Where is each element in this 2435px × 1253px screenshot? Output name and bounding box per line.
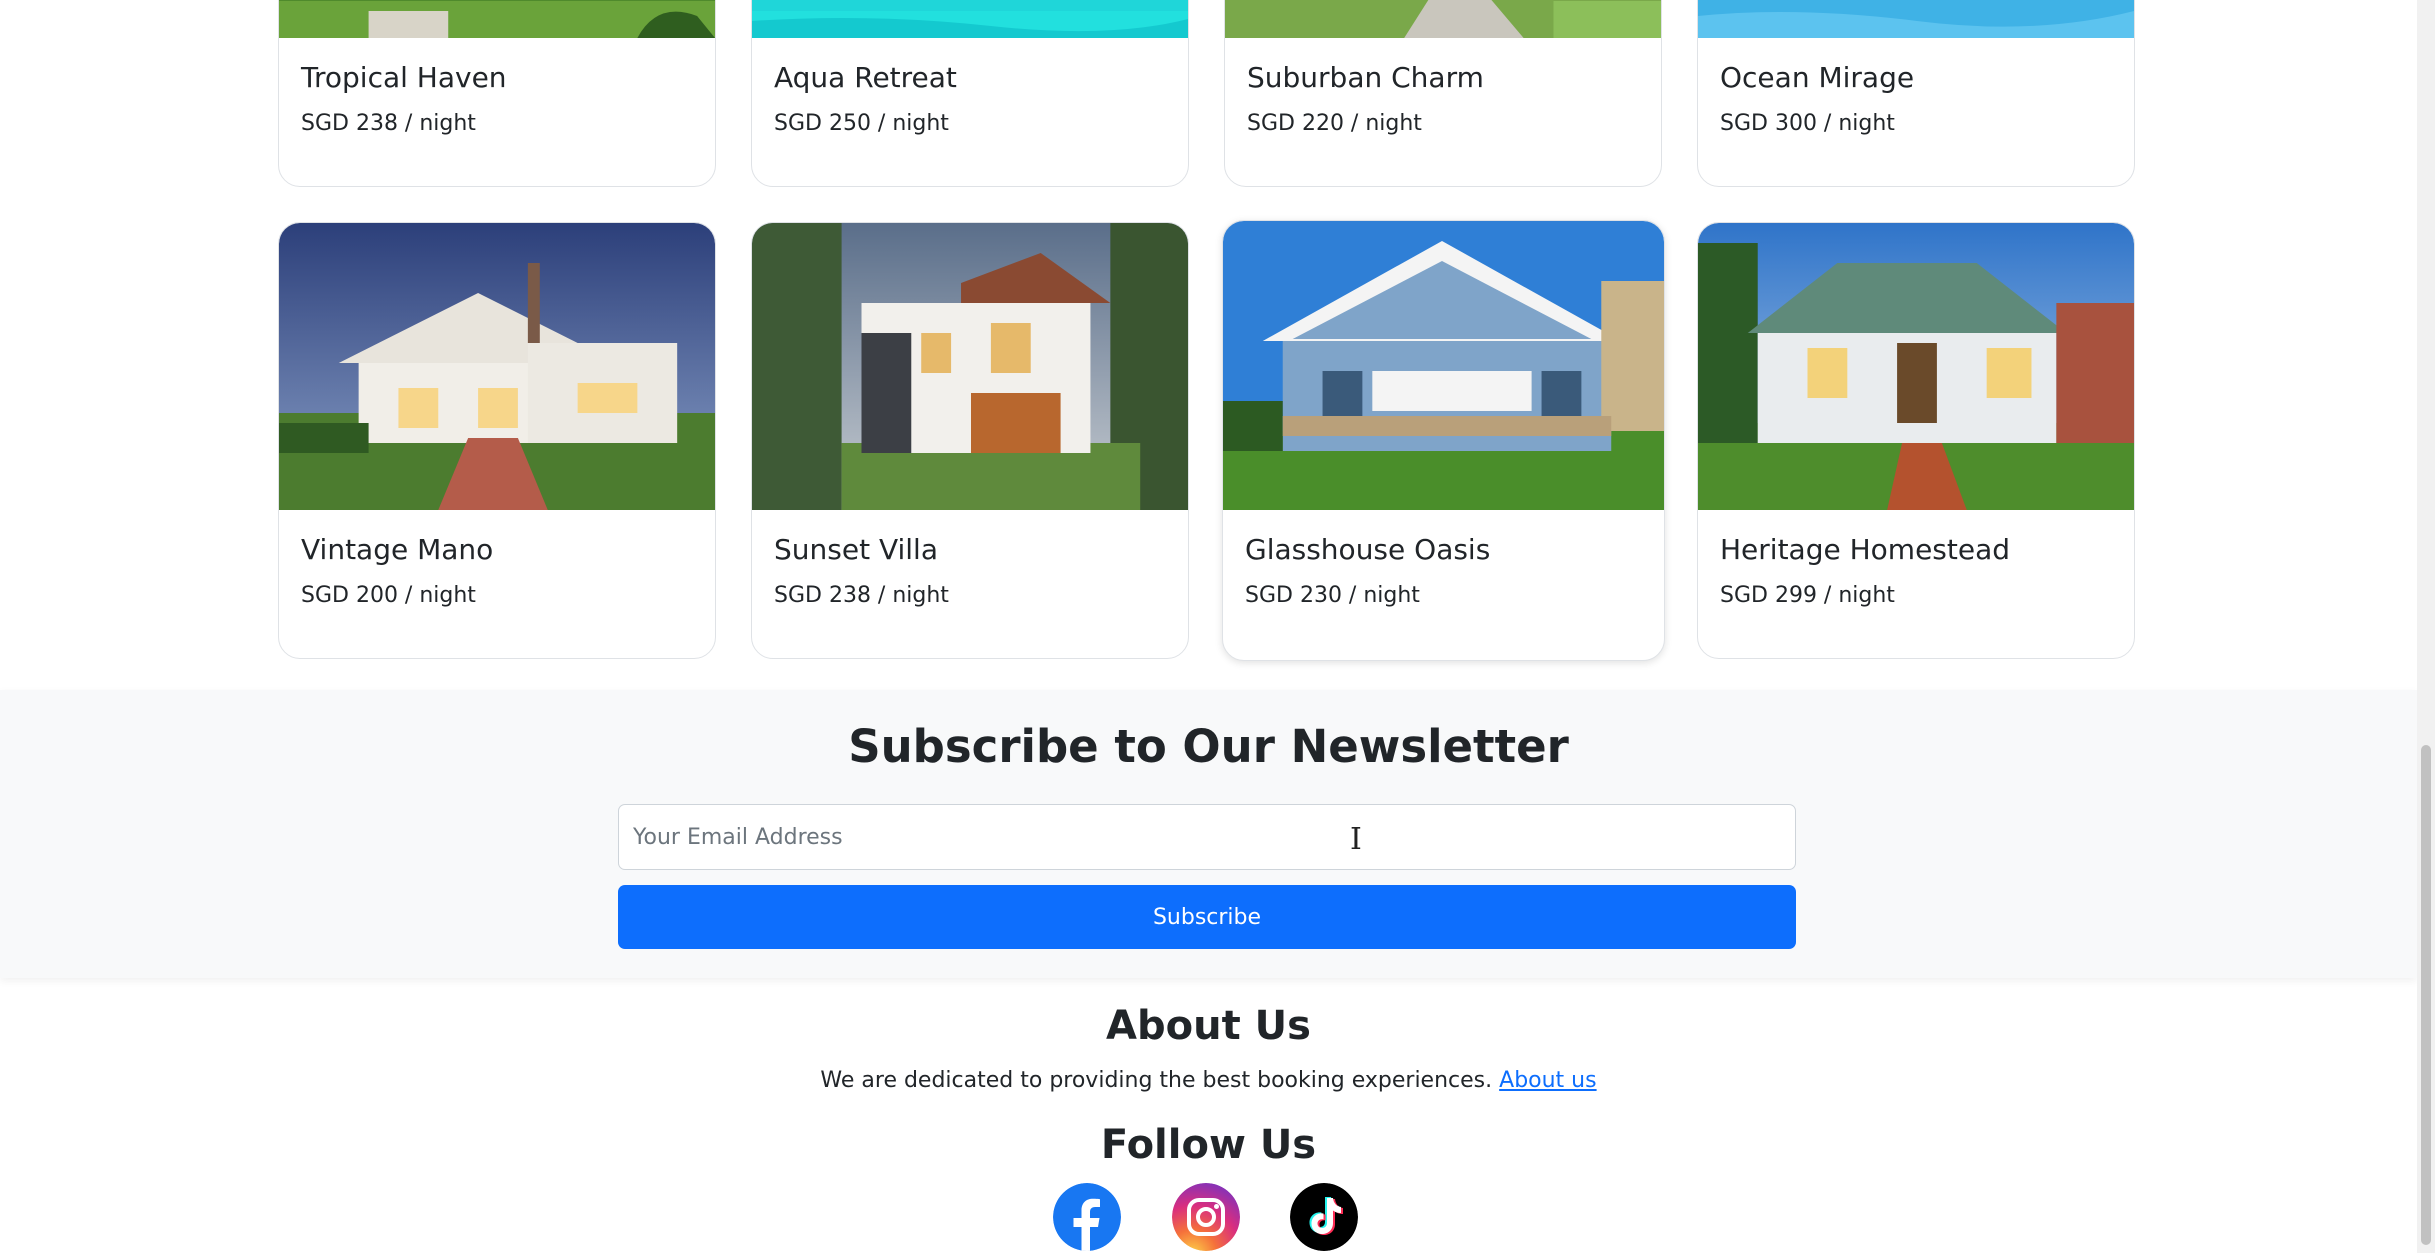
instagram-icon[interactable]	[1172, 1183, 1240, 1251]
listing-card[interactable]: Sunset Villa SGD 238 / night	[751, 222, 1189, 659]
listing-price: SGD 238 / night	[774, 583, 949, 608]
listing-image[interactable]	[1698, 223, 2134, 510]
listing-name[interactable]: Ocean Mirage	[1720, 61, 1914, 94]
listing-card[interactable]: Heritage Homestead SGD 299 / night	[1697, 222, 2135, 659]
listing-price: SGD 220 / night	[1247, 111, 1422, 136]
listing-price: SGD 299 / night	[1720, 583, 1895, 608]
listing-card[interactable]: Suburban Charm SGD 220 / night	[1224, 0, 1662, 187]
page-viewport: Tropical Haven SGD 238 / night Aqua Retr…	[0, 0, 2435, 1253]
about-us-link[interactable]: About us	[1499, 1068, 1596, 1093]
listing-name[interactable]: Heritage Homestead	[1720, 533, 2010, 566]
listing-name[interactable]: Glasshouse Oasis	[1245, 533, 1490, 566]
newsletter-section: Subscribe to Our Newsletter I Subscribe	[0, 690, 2417, 978]
listing-price: SGD 250 / night	[774, 111, 949, 136]
listing-price: SGD 238 / night	[301, 111, 476, 136]
listing-name[interactable]: Sunset Villa	[774, 533, 938, 566]
listing-card[interactable]: Glasshouse Oasis SGD 230 / night	[1222, 220, 1665, 661]
listing-image[interactable]	[1698, 0, 2134, 38]
listing-image[interactable]	[752, 0, 1188, 38]
listing-card[interactable]: Ocean Mirage SGD 300 / night	[1697, 0, 2135, 187]
listing-price: SGD 300 / night	[1720, 111, 1895, 136]
follow-title: Follow Us	[1100, 1122, 1317, 1168]
listing-name[interactable]: Suburban Charm	[1247, 61, 1484, 94]
listing-image[interactable]	[1225, 0, 1661, 38]
text-cursor-icon: I	[1350, 822, 1362, 857]
facebook-icon[interactable]	[1053, 1183, 1121, 1251]
subscribe-button[interactable]: Subscribe	[618, 885, 1796, 949]
listing-card[interactable]: Aqua Retreat SGD 250 / night	[751, 0, 1189, 187]
newsletter-title: Subscribe to Our Newsletter	[848, 720, 1569, 773]
listing-name[interactable]: Tropical Haven	[301, 61, 507, 94]
listing-name[interactable]: Vintage Mano	[301, 533, 493, 566]
about-title: About Us	[1106, 1003, 1311, 1049]
listing-image[interactable]	[1223, 221, 1664, 510]
tiktok-icon[interactable]	[1290, 1183, 1358, 1251]
listing-image[interactable]	[279, 0, 715, 38]
email-input[interactable]	[618, 804, 1796, 870]
scrollbar-thumb[interactable]	[2421, 745, 2431, 1245]
listing-image[interactable]	[279, 223, 715, 510]
listing-card[interactable]: Tropical Haven SGD 238 / night	[278, 0, 716, 187]
about-description: We are dedicated to providing the best b…	[820, 1068, 1493, 1093]
listing-image[interactable]	[752, 223, 1188, 510]
listing-name[interactable]: Aqua Retreat	[774, 61, 957, 94]
listing-price: SGD 200 / night	[301, 583, 476, 608]
listing-price: SGD 230 / night	[1245, 583, 1420, 608]
about-text: We are dedicated to providing the best b…	[0, 1068, 2417, 1093]
listing-card[interactable]: Vintage Mano SGD 200 / night	[278, 222, 716, 659]
